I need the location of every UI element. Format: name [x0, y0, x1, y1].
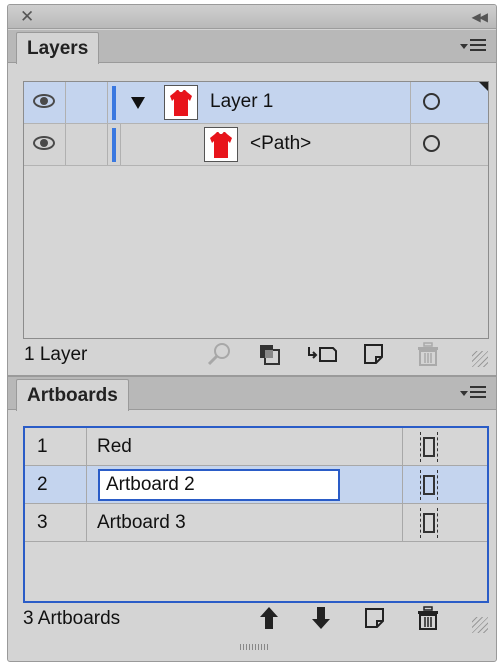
layers-list: Layer 1 <Path>: [23, 81, 489, 339]
artboard-options-icon[interactable]: [420, 508, 438, 538]
artboards-count: 3 Artboards: [23, 608, 121, 629]
close-icon[interactable]: ✕: [20, 7, 34, 27]
visibility-eye-icon[interactable]: [33, 136, 55, 150]
layer-color-bar: [112, 128, 116, 162]
target-circle-icon[interactable]: [423, 135, 440, 152]
layer-row[interactable]: Layer 1: [24, 82, 488, 124]
sublayer-icon[interactable]: [307, 343, 339, 365]
shirt-thumbnail-icon: [210, 132, 232, 158]
artboards-list: 1 Red 2 3 Artboard 3: [23, 426, 489, 603]
resize-grip-icon[interactable]: [472, 617, 488, 633]
layers-tabstrip: Layers: [8, 30, 496, 64]
artboard-row[interactable]: 1 Red: [25, 428, 487, 466]
layer-name[interactable]: Layer 1: [210, 91, 273, 113]
collapse-panel-icon[interactable]: ◀◀: [472, 8, 489, 26]
artboard-row[interactable]: 2: [25, 466, 487, 504]
panel-titlebar[interactable]: ✕ ◀◀: [8, 5, 496, 29]
tab-layers[interactable]: Layers: [16, 32, 100, 64]
visibility-eye-icon[interactable]: [33, 94, 55, 108]
divider: [120, 124, 121, 165]
disclosure-triangle-icon[interactable]: [131, 97, 145, 109]
new-layer-icon[interactable]: [363, 343, 385, 365]
selection-corner-indicator: [479, 82, 488, 91]
artboard-name-input[interactable]: [98, 469, 340, 501]
artboard-number: 2: [37, 474, 48, 495]
artboard-name[interactable]: Artboard 3: [97, 512, 186, 534]
artboard-options-icon[interactable]: [420, 432, 438, 462]
visibility-cell[interactable]: [24, 82, 66, 123]
artboard-number: 3: [37, 512, 48, 533]
bottom-resize-grip-icon[interactable]: [240, 644, 270, 650]
new-artboard-icon[interactable]: [364, 607, 386, 629]
path-thumbnail: [204, 127, 238, 162]
visibility-cell[interactable]: [24, 124, 66, 165]
lock-cell[interactable]: [66, 82, 108, 123]
move-down-icon[interactable]: [311, 606, 331, 630]
trash-icon[interactable]: [417, 342, 439, 366]
panel-frame: ✕ ◀◀ Layers Layer 1 <Path> 1 Layer Artbo…: [7, 4, 497, 662]
clipping-mask-icon[interactable]: [258, 343, 282, 367]
panel-menu-icon[interactable]: [460, 385, 486, 401]
locate-object-icon[interactable]: [206, 341, 234, 367]
artboard-options-icon[interactable]: [420, 470, 438, 500]
tab-artboards[interactable]: Artboards: [16, 379, 129, 411]
layer-color-bar: [112, 86, 116, 120]
lock-cell[interactable]: [66, 124, 108, 165]
move-up-icon[interactable]: [259, 606, 279, 630]
divider: [410, 124, 411, 165]
shirt-thumbnail-icon: [170, 90, 192, 116]
artboard-row[interactable]: 3 Artboard 3: [25, 504, 487, 542]
resize-grip-icon[interactable]: [472, 351, 488, 367]
layer-row[interactable]: <Path>: [24, 124, 488, 166]
panel-menu-icon[interactable]: [460, 38, 486, 54]
trash-icon[interactable]: [417, 606, 439, 630]
artboards-tabstrip: Artboards: [8, 377, 496, 411]
divider: [410, 82, 411, 123]
target-circle-icon[interactable]: [423, 93, 440, 110]
artboard-name[interactable]: Red: [97, 436, 132, 458]
artboard-number: 1: [37, 436, 48, 457]
layer-thumbnail: [164, 85, 198, 120]
layers-count: 1 Layer: [24, 344, 88, 365]
path-name[interactable]: <Path>: [250, 133, 311, 155]
